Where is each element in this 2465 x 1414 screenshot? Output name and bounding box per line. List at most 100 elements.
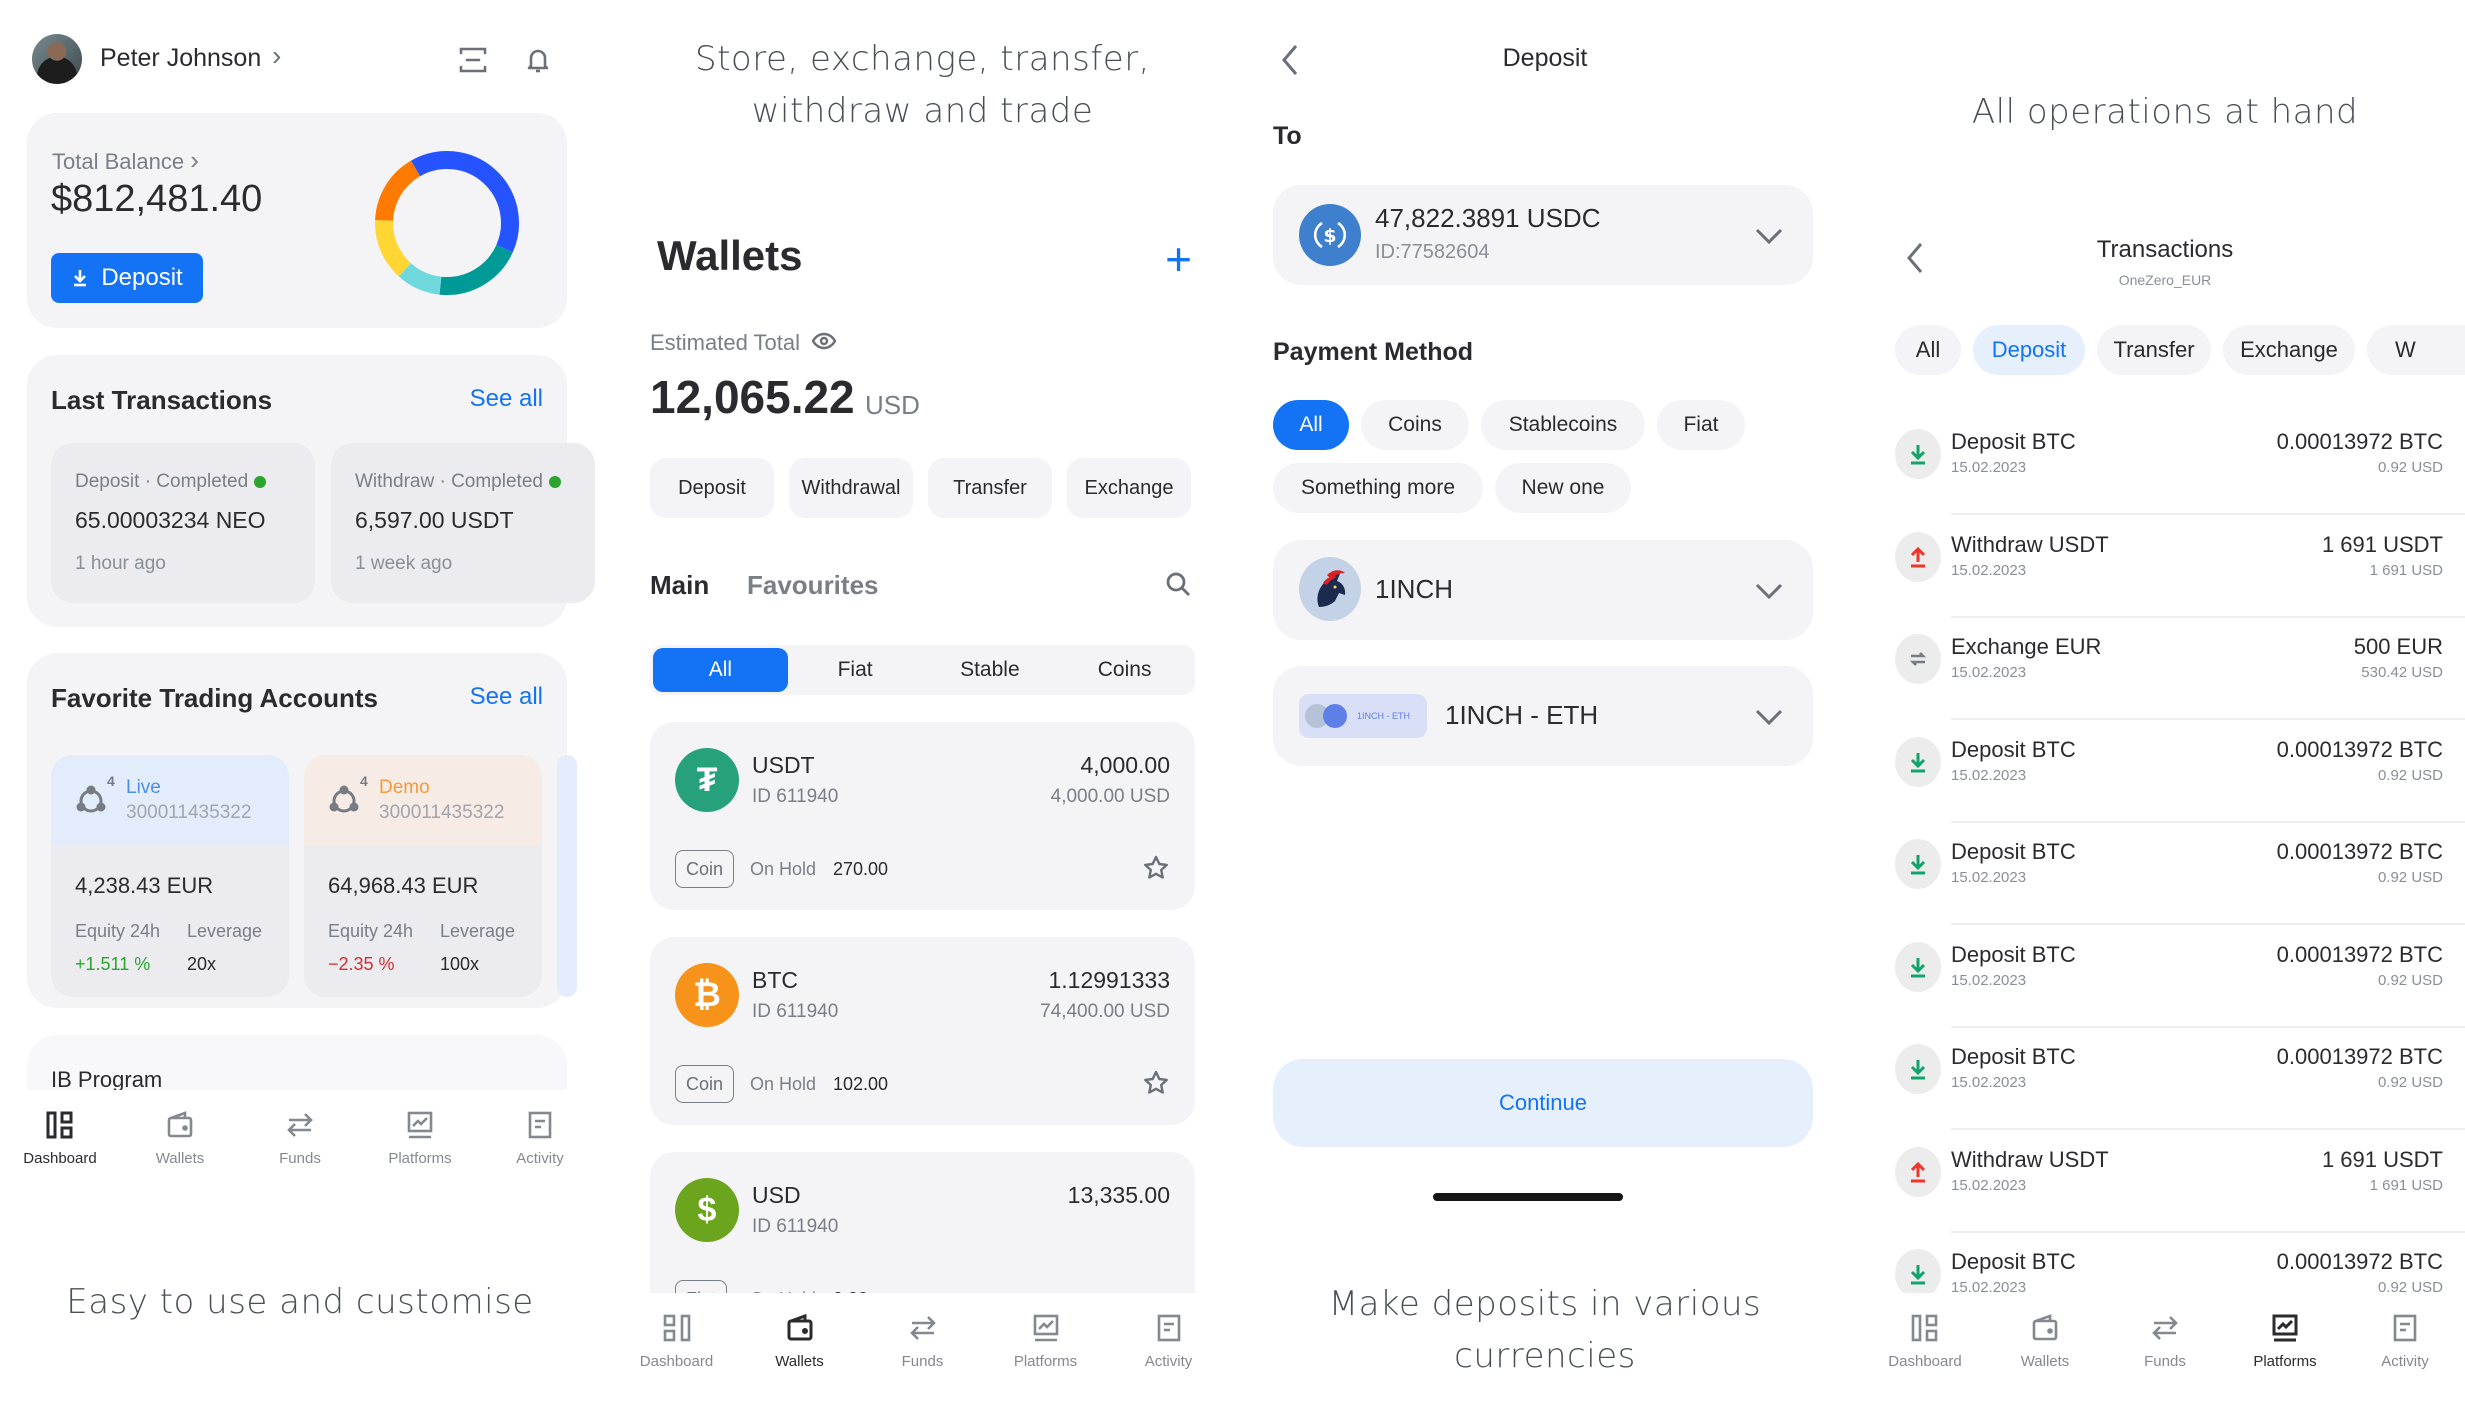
trading-account-card[interactable]: 4 Live 300011435322 4,238.43 EUR Equity … bbox=[51, 755, 289, 997]
total-balance-value: $812,481.40 bbox=[51, 178, 263, 220]
nav-dashboard[interactable]: Dashboard bbox=[1870, 1293, 1980, 1414]
tx-filter-exchange[interactable]: Exchange bbox=[2223, 325, 2355, 375]
leverage-value: 20x bbox=[187, 954, 217, 974]
nav-dashboard[interactable]: Dashboard bbox=[5, 1090, 115, 1180]
transfer-action-button[interactable]: Transfer bbox=[928, 458, 1052, 518]
dashboard-screen: Peter Johnson › Total Balance › $812,481… bbox=[0, 0, 600, 1414]
transaction-row[interactable]: Deposit BTC 15.02.2023 0.00013972 BTC 0.92 … bbox=[1865, 721, 2465, 823]
deposit-button[interactable]: Deposit bbox=[51, 253, 203, 303]
filter-stable[interactable]: Stable bbox=[923, 648, 1058, 692]
nav-dashboard[interactable]: Dashboard bbox=[622, 1293, 732, 1383]
transaction-amount: 0.00013972 BTC bbox=[2276, 1044, 2443, 1069]
transaction-date: 15.02.2023 bbox=[1951, 1176, 2027, 1194]
tab-favourites[interactable]: Favourites bbox=[747, 570, 879, 601]
nav-activity[interactable]: Activity bbox=[2350, 1293, 2460, 1414]
transaction-type-icon-bg bbox=[1895, 1249, 1941, 1299]
nav-activity[interactable]: Activity bbox=[1114, 1293, 1224, 1383]
currency-selector[interactable]: 1INCH bbox=[1273, 540, 1813, 640]
transaction-amount: 0.00013972 BTC bbox=[2276, 429, 2443, 454]
wallet-amount: 13,335.00 bbox=[1067, 1182, 1170, 1208]
nav-funds[interactable]: Funds bbox=[245, 1090, 355, 1180]
chevron-right-icon[interactable]: › bbox=[272, 40, 281, 72]
nav-wallets[interactable]: Wallets bbox=[745, 1293, 855, 1383]
nav-funds[interactable]: Funds bbox=[2110, 1293, 2220, 1414]
star-icon[interactable] bbox=[1142, 854, 1170, 882]
transaction-name: Deposit BTC bbox=[1951, 941, 2076, 967]
payment-filter-all[interactable]: All bbox=[1273, 400, 1349, 450]
nav-platforms[interactable]: Platforms bbox=[991, 1293, 1101, 1383]
tx-filter-deposit[interactable]: Deposit bbox=[1973, 325, 2085, 375]
transaction-row[interactable]: Deposit BTC 15.02.2023 0.00013972 BTC 0.92 … bbox=[1865, 1028, 2465, 1130]
tx-filter-withdraw[interactable]: W bbox=[2367, 325, 2465, 375]
wallets-caption-line2: withdraw and trade bbox=[751, 91, 1094, 131]
avatar[interactable] bbox=[32, 34, 82, 84]
wallet-card[interactable]: ₿ BTC ID 611940 1.12991333 74,400.00 USD… bbox=[650, 937, 1195, 1125]
trading-account-card[interactable]: 4 Demo 300011435322 64,968.43 EUR Equity… bbox=[304, 755, 542, 997]
transaction-amount: 1 691 USDT bbox=[2321, 1146, 2443, 1172]
tx-filter-transfer[interactable]: Transfer bbox=[2097, 325, 2211, 375]
bell-icon[interactable] bbox=[522, 44, 554, 76]
to-account-amount: 47,822.3891 USDC bbox=[1375, 203, 1601, 233]
user-name[interactable]: Peter Johnson bbox=[100, 44, 261, 73]
continue-button[interactable]: Continue bbox=[1273, 1059, 1813, 1147]
leverage-value: 100x bbox=[440, 954, 480, 974]
transaction-row[interactable]: Exchange EUR 15.02.2023 500 EUR 530.42 USD bbox=[1865, 618, 2465, 720]
nav-wallets[interactable]: Wallets bbox=[125, 1090, 235, 1180]
deposit-screen: Deposit To $ 47,822.3891 USDC ID:7758260… bbox=[1245, 0, 1845, 1414]
payment-filter-something-more[interactable]: Something more bbox=[1273, 463, 1483, 513]
to-account-selector[interactable]: $ 47,822.3891 USDC ID:77582604 bbox=[1273, 185, 1813, 285]
nav-activity[interactable]: Activity bbox=[485, 1090, 595, 1180]
dashboard-icon bbox=[46, 1111, 73, 1139]
transaction-card[interactable]: Withdraw · Completed 6,597.00 USDT 1 wee… bbox=[331, 443, 595, 603]
chevron-right-icon: › bbox=[190, 145, 199, 175]
filter-all[interactable]: All bbox=[653, 648, 788, 692]
tab-main[interactable]: Main bbox=[650, 570, 709, 601]
transaction-row[interactable]: Withdraw USDT 15.02.2023 1 691 USDT 1 691 U… bbox=[1865, 1131, 2465, 1233]
donut-segment bbox=[439, 244, 513, 295]
see-all-transactions-link[interactable]: See all bbox=[470, 385, 543, 413]
network-selector[interactable]: 1INCH - ETH 1INCH - ETH bbox=[1273, 666, 1813, 766]
payment-filter-fiat[interactable]: Fiat bbox=[1657, 400, 1745, 450]
balance-donut-chart bbox=[375, 151, 519, 295]
status-dot bbox=[548, 475, 561, 488]
transaction-row[interactable]: Deposit BTC 15.02.2023 0.00013972 BTC 0.92 … bbox=[1865, 823, 2465, 925]
usdc-coin-icon: $ bbox=[1299, 204, 1361, 266]
filter-coins[interactable]: Coins bbox=[1057, 648, 1192, 692]
filter-fiat[interactable]: Fiat bbox=[788, 648, 923, 692]
nav-platforms[interactable]: Platforms bbox=[2230, 1293, 2340, 1414]
donut-segment bbox=[398, 262, 442, 295]
tx-filter-all[interactable]: All bbox=[1895, 325, 1961, 375]
transaction-card[interactable]: Deposit · Completed 65.00003234 NEO 1 ho… bbox=[51, 443, 315, 603]
exchange-action-button[interactable]: Exchange bbox=[1067, 458, 1191, 518]
transaction-row[interactable]: Deposit BTC 15.02.2023 0.00013972 BTC 0.92 … bbox=[1865, 926, 2465, 1028]
profile-header: Peter Johnson › bbox=[32, 32, 572, 88]
scan-icon[interactable] bbox=[457, 44, 489, 76]
nav-wallets[interactable]: Wallets bbox=[1990, 1293, 2100, 1414]
nav-platforms[interactable]: Platforms bbox=[365, 1090, 475, 1180]
payment-filter-coins[interactable]: Coins bbox=[1361, 400, 1469, 450]
transaction-name: Withdraw USDT bbox=[1951, 531, 2109, 557]
see-all-accounts-link[interactable]: See all bbox=[470, 683, 543, 711]
withdrawal-action-button[interactable]: Withdrawal bbox=[789, 458, 913, 518]
eye-icon[interactable] bbox=[811, 330, 837, 352]
payment-filter-new-one[interactable]: New one bbox=[1495, 463, 1631, 513]
transaction-row[interactable]: Withdraw USDT 15.02.2023 1 691 USDT 1 691 U… bbox=[1865, 516, 2465, 618]
download-arrow-icon bbox=[1910, 1060, 1926, 1080]
transaction-name: Deposit BTC bbox=[1951, 839, 2076, 864]
add-wallet-button[interactable]: + bbox=[1165, 232, 1192, 286]
payment-filter-stablecoins[interactable]: Stablecoins bbox=[1481, 400, 1645, 450]
trading-account-card-partial[interactable] bbox=[557, 755, 577, 997]
wallet-amount: 1.12991333 bbox=[1048, 967, 1170, 993]
deposit-action-button[interactable]: Deposit bbox=[650, 458, 774, 518]
wallet-card[interactable]: ₮ USDT ID 611940 4,000.00 4,000.00 USD C… bbox=[650, 722, 1195, 910]
dashboard-caption: Easy to use and customise bbox=[66, 1282, 534, 1322]
total-balance-label[interactable]: Total Balance › bbox=[52, 145, 199, 176]
star-icon[interactable] bbox=[1142, 1069, 1170, 1097]
leverage-label: Leverage bbox=[440, 921, 516, 941]
search-icon[interactable] bbox=[1164, 570, 1192, 598]
estimated-total-value: 12,065.22 bbox=[650, 371, 855, 423]
transaction-row[interactable]: Deposit BTC 15.02.2023 0.00013972 BTC 0.92 … bbox=[1865, 413, 2465, 515]
nav-funds[interactable]: Funds bbox=[868, 1293, 978, 1383]
donut-segment bbox=[375, 160, 421, 222]
favorite-accounts-card: Favorite Trading Accounts See all 4 Live… bbox=[27, 653, 577, 1008]
